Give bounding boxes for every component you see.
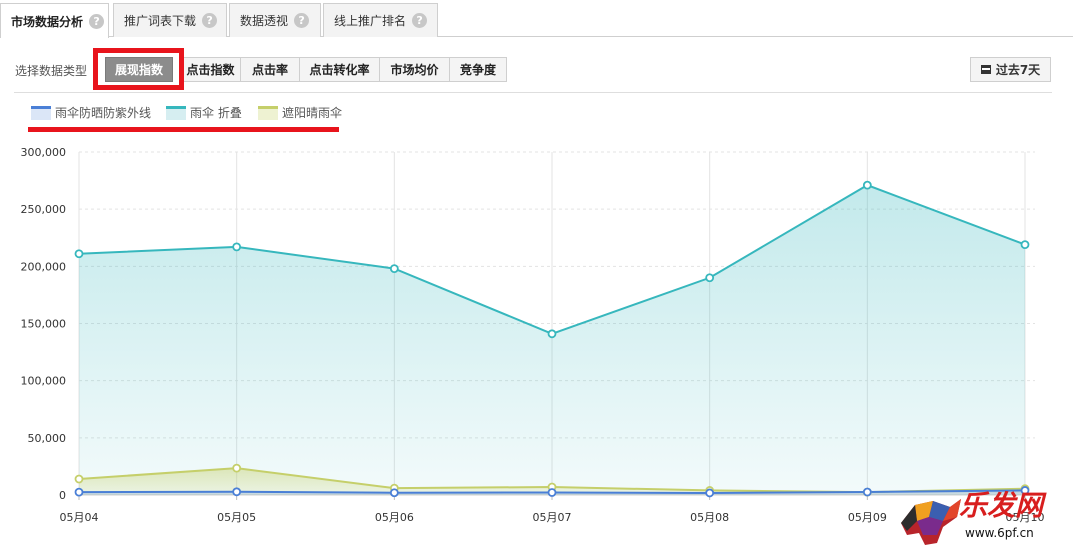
- data-point: [547, 329, 557, 339]
- x-tick-label: 05月04: [60, 511, 99, 524]
- metric-button-click-index[interactable]: 点击指数: [180, 57, 241, 82]
- data-point: [232, 242, 242, 252]
- data-point: [1020, 240, 1030, 250]
- data-point: [862, 180, 872, 190]
- y-tick-label: 250,000: [21, 203, 67, 216]
- y-tick-label: 100,000: [21, 375, 67, 388]
- data-point: [389, 488, 399, 498]
- help-icon[interactable]: ?: [89, 13, 105, 29]
- legend-red-underline: [28, 127, 339, 132]
- help-icon[interactable]: ?: [412, 13, 428, 28]
- data-point: [74, 487, 84, 497]
- tab-market-analysis[interactable]: 市场数据分析 ?: [0, 3, 109, 38]
- legend-item-series-2[interactable]: 雨伞 折叠: [166, 104, 242, 121]
- x-tick-label: 05月07: [533, 511, 572, 524]
- x-tick-label: 05月10: [1006, 511, 1045, 524]
- tab-online-ranking[interactable]: 线上推广排名 ?: [323, 3, 438, 37]
- metric-button-avg-price[interactable]: 市场均价: [379, 57, 450, 82]
- x-tick-label: 05月08: [690, 511, 729, 524]
- data-point: [232, 463, 242, 473]
- y-axis-ticks: 0 50,000 100,000 150,000 200,000 250,000 300,0…: [21, 146, 67, 502]
- tab-data-pivot[interactable]: 数据透视 ?: [229, 3, 321, 37]
- help-icon[interactable]: ?: [294, 13, 310, 28]
- tab-bar: 市场数据分析 ? 推广词表下载 ? 数据透视 ? 线上推广排名 ?: [0, 0, 1073, 38]
- tab-keyword-download[interactable]: 推广词表下载 ?: [113, 3, 227, 37]
- y-tick-label: 0: [59, 489, 66, 502]
- legend-label: 雨伞 折叠: [190, 106, 242, 120]
- tab-label: 推广词表下载: [124, 14, 197, 28]
- legend-swatch: [166, 105, 186, 120]
- y-tick-label: 300,000: [21, 146, 67, 159]
- calendar-icon: [980, 65, 991, 74]
- legend-label: 雨伞防晒防紫外线: [55, 106, 152, 120]
- tab-label: 市场数据分析: [11, 14, 84, 29]
- data-point: [232, 487, 242, 497]
- metric-button-conversion[interactable]: 点击转化率: [299, 57, 380, 82]
- data-point: [547, 488, 557, 497]
- divider: [14, 92, 1052, 93]
- data-point: [862, 487, 872, 497]
- x-tick-label: 05月05: [217, 511, 256, 524]
- data-point: [389, 264, 399, 274]
- legend-swatch: [31, 105, 51, 120]
- y-tick-label: 50,000: [28, 432, 67, 445]
- line-chart: 0 50,000 100,000 150,000 200,000 250,000 300,0…: [21, 146, 1045, 524]
- x-axis-ticks: 05月04 05月05 05月06 05月07 05月08 05月09 05月10: [60, 511, 1045, 524]
- legend-label: 遮阳晴雨伞: [282, 106, 343, 120]
- data-point: [1020, 486, 1030, 495]
- x-tick-label: 05月09: [848, 511, 887, 524]
- x-tick-label: 05月06: [375, 511, 414, 524]
- y-tick-label: 200,000: [21, 260, 67, 273]
- legend-swatch: [258, 105, 278, 120]
- data-point: [705, 273, 715, 283]
- data-point: [74, 249, 84, 259]
- y-tick-label: 150,000: [21, 318, 67, 331]
- data-type-label: 选择数据类型: [15, 64, 88, 78]
- tab-label: 数据透视: [240, 14, 289, 28]
- legend-item-series-1[interactable]: 雨伞防晒防紫外线: [31, 104, 151, 121]
- date-range-label: 过去7天: [995, 63, 1041, 77]
- date-range-button[interactable]: 过去7天: [970, 57, 1051, 82]
- data-point: [74, 474, 84, 484]
- metric-button-competition[interactable]: 竞争度: [449, 57, 507, 82]
- legend-item-series-3[interactable]: 遮阳晴雨伞: [258, 104, 342, 121]
- data-point: [705, 488, 715, 498]
- help-icon[interactable]: ?: [202, 13, 218, 28]
- tab-label: 线上推广排名: [334, 14, 407, 28]
- metric-button-impressions[interactable]: 展现指数: [105, 57, 173, 82]
- metric-button-ctr[interactable]: 点击率: [240, 57, 300, 82]
